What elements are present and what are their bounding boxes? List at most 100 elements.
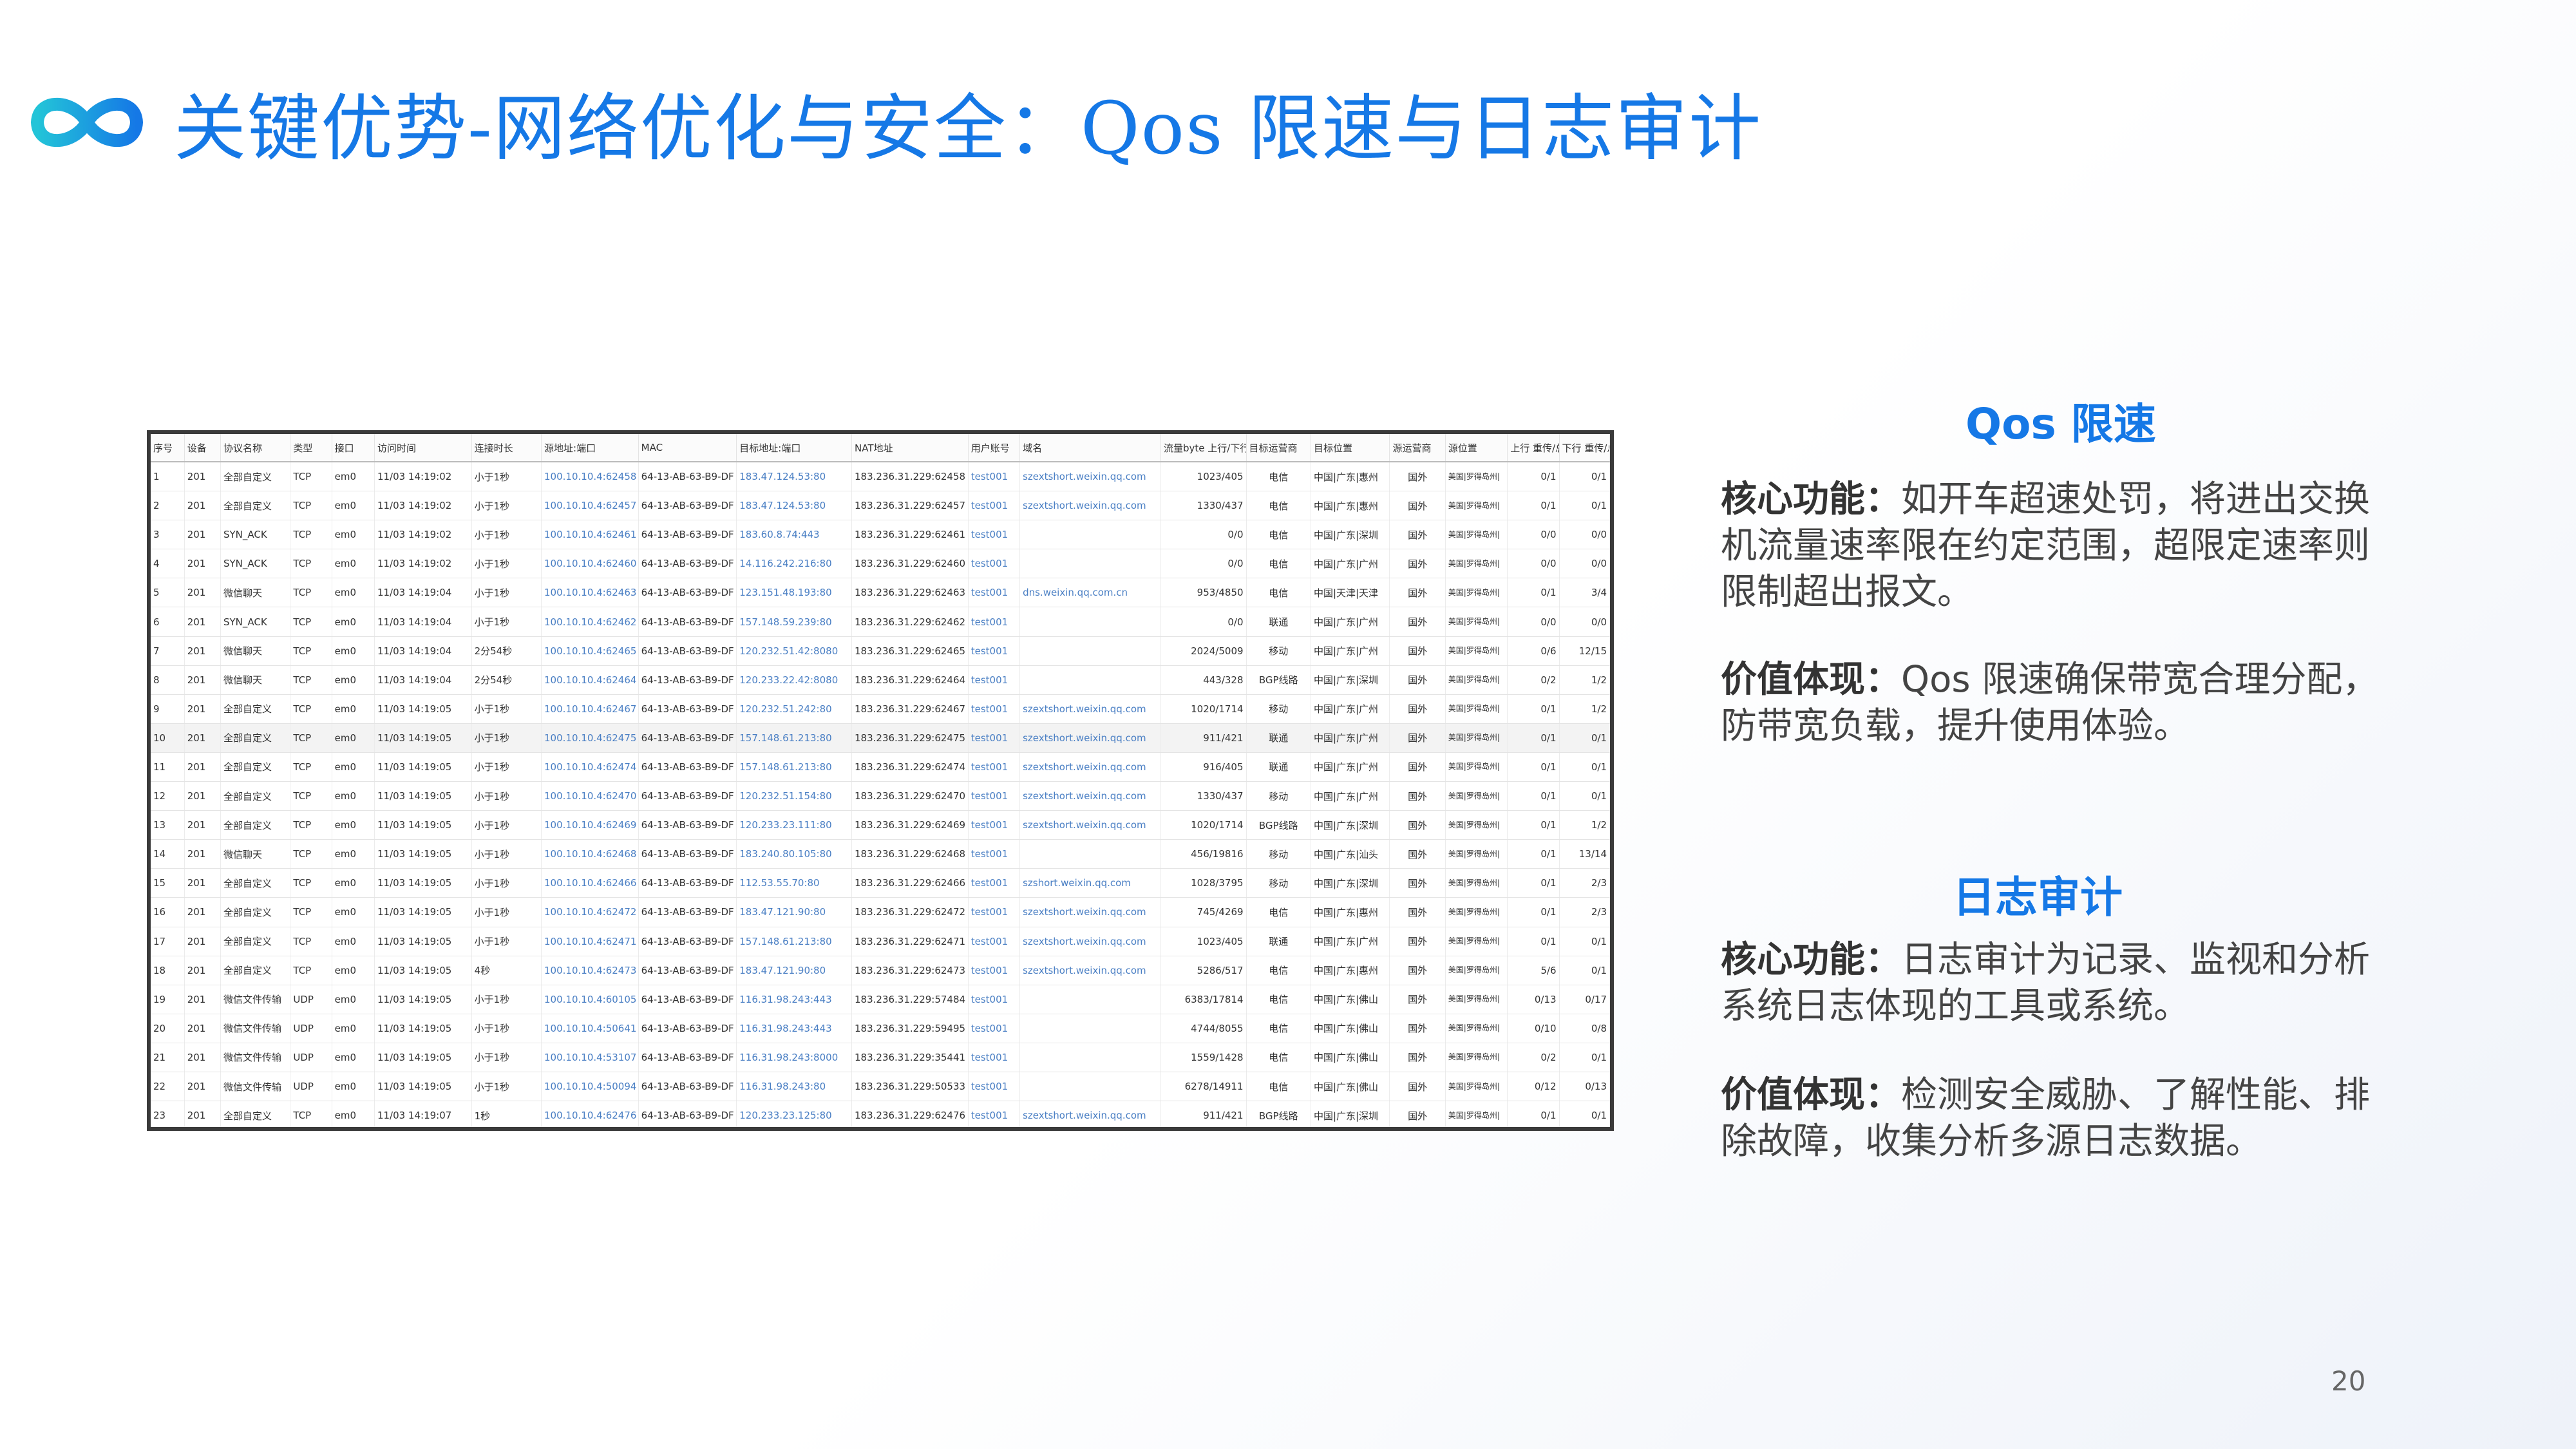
column-header[interactable]: 接口 (332, 434, 375, 462)
column-header[interactable]: 源地址:端口 (541, 434, 639, 462)
column-header[interactable]: 源运营商 (1389, 434, 1446, 462)
table-cell: 1023/405 (1160, 462, 1247, 492)
table-cell: 11/03 14:19:04 (374, 578, 472, 608)
table-cell: 10 (151, 723, 185, 753)
table-cell: 11/03 14:19:05 (374, 839, 472, 869)
column-header[interactable]: 目标位置 (1311, 434, 1390, 462)
column-header[interactable]: 域名 (1019, 434, 1161, 462)
table-cell: 中国|广东|惠州 (1311, 491, 1390, 521)
table-cell (1019, 520, 1161, 550)
table-row[interactable]: 9 201 全部自定义 TCP em0 11/03 14:19:05 小于1秒 100.10.… (151, 694, 1610, 724)
table-row[interactable]: 2 201 全部自定义 TCP em0 11/03 14:19:02 小于1秒 100.10.… (151, 491, 1610, 521)
table-cell: 0/1 (1507, 491, 1560, 521)
table-cell: 中国|广东|惠州 (1311, 897, 1390, 927)
table-cell: 64-13-AB-63-B9-DF (638, 665, 737, 695)
table-cell: 电信 (1246, 578, 1311, 608)
table-row[interactable]: 18 201 全部自定义 TCP em0 11/03 14:19:05 4秒 100.10.1… (151, 956, 1610, 985)
column-header[interactable]: 目标运营商 (1246, 434, 1311, 462)
table-cell: em0 (332, 578, 375, 608)
table-row[interactable]: 13 201 全部自定义 TCP em0 11/03 14:19:05 小于1秒 100.10… (151, 810, 1610, 840)
table-row[interactable]: 17 201 全部自定义 TCP em0 11/03 14:19:05 小于1秒 100.10… (151, 927, 1610, 956)
table-row[interactable]: 15 201 全部自定义 TCP em0 11/03 14:19:05 小于1秒 100.10… (151, 868, 1610, 898)
table-row[interactable]: 6 201 SYN_ACK TCP em0 11/03 14:19:04 小于1秒 100.1… (151, 607, 1610, 637)
table-cell: em0 (332, 549, 375, 579)
column-header[interactable]: NAT地址 (851, 434, 969, 462)
table-cell: 中国|广东|广州 (1311, 607, 1390, 637)
table-cell: 中国|广东|惠州 (1311, 462, 1390, 492)
table-cell: 1/2 (1559, 694, 1610, 724)
qos-title: Qos 限速 (1965, 399, 2156, 449)
table-cell: 100.10.10.4:53107 (541, 1043, 639, 1072)
table-cell: 0/12 (1507, 1072, 1560, 1102)
table-cell: em0 (332, 1014, 375, 1043)
table-cell: 微信聊天 (220, 839, 291, 869)
column-header[interactable]: 下行 重传/总包数 (1559, 434, 1610, 462)
log-table-screenshot: 序号 设备 协议名称 类型 接口 访问时间 连接时长 源地址:端口 MAC 目标地址:端口 NAT地… (147, 430, 1614, 1131)
table-row[interactable]: 7 201 微信聊天 TCP em0 11/03 14:19:04 2分54秒 100.10.… (151, 636, 1610, 666)
table-row[interactable]: 22 201 微信文件传输 UDP em0 11/03 14:19:05 小于1秒 100.1… (151, 1072, 1610, 1102)
table-cell: 0/17 (1559, 985, 1610, 1014)
table-cell: em0 (332, 1043, 375, 1072)
table-row[interactable]: 21 201 微信文件传输 UDP em0 11/03 14:19:05 小于1秒 100.1… (151, 1043, 1610, 1072)
table-cell: 100.10.10.4:62466 (541, 868, 639, 898)
table-cell (1019, 549, 1161, 579)
table-cell: 国外 (1389, 578, 1446, 608)
table-row[interactable]: 4 201 SYN_ACK TCP em0 11/03 14:19:02 小于1秒 100.1… (151, 549, 1610, 579)
table-row[interactable]: 16 201 全部自定义 TCP em0 11/03 14:19:05 小于1秒 100.10… (151, 897, 1610, 927)
table-row[interactable]: 8 201 微信聊天 TCP em0 11/03 14:19:04 2分54秒 100.10.… (151, 665, 1610, 695)
table-cell: 201 (184, 897, 221, 927)
table-row[interactable]: 23 201 全部自定义 TCP em0 11/03 14:19:07 1秒 100.10.1… (151, 1101, 1610, 1127)
table-row[interactable]: 3 201 SYN_ACK TCP em0 11/03 14:19:02 小于1秒 100.1… (151, 520, 1610, 550)
table-cell: 中国|广东|深圳 (1311, 868, 1390, 898)
table-row[interactable]: 10 201 全部自定义 TCP em0 11/03 14:19:05 小于1秒 100.10… (151, 723, 1610, 753)
column-header[interactable]: 访问时间 (374, 434, 472, 462)
column-header[interactable]: 类型 (290, 434, 332, 462)
table-cell: 183.236.31.229:57484 (851, 985, 969, 1014)
table-cell: 12 (151, 781, 185, 811)
table-cell: 1秒 (471, 1101, 542, 1127)
table-cell: 美国|罗得岛州| (1445, 1014, 1508, 1043)
table-cell: 11/03 14:19:05 (374, 781, 472, 811)
table-cell: TCP (290, 781, 332, 811)
column-header[interactable]: 用户账号 (968, 434, 1021, 462)
column-header[interactable]: 上行 重传/总包数 (1507, 434, 1560, 462)
table-cell: test001 (968, 549, 1021, 579)
table-cell: 微信文件传输 (220, 1043, 291, 1072)
table-cell: 953/4850 (1160, 578, 1247, 608)
table-cell: 20 (151, 1014, 185, 1043)
table-row[interactable]: 19 201 微信文件传输 UDP em0 11/03 14:19:05 小于1秒 100.1… (151, 985, 1610, 1014)
table-row[interactable]: 14 201 微信聊天 TCP em0 11/03 14:19:05 小于1秒 100.10.… (151, 839, 1610, 869)
table-cell: 3/4 (1559, 578, 1610, 608)
table-cell: 183.236.31.229:62466 (851, 868, 969, 898)
table-cell: 157.148.61.213:80 (736, 927, 852, 956)
table-cell: 201 (184, 752, 221, 782)
column-header[interactable]: 序号 (151, 434, 185, 462)
column-header[interactable]: 设备 (184, 434, 221, 462)
table-row[interactable]: 20 201 微信文件传输 UDP em0 11/03 14:19:05 小于1秒 100.1… (151, 1014, 1610, 1043)
table-cell: 微信文件传输 (220, 1072, 291, 1102)
table-row[interactable]: 11 201 全部自定义 TCP em0 11/03 14:19:05 小于1秒 100.10… (151, 752, 1610, 782)
table-cell (1019, 1014, 1161, 1043)
column-header[interactable]: 连接时长 (471, 434, 542, 462)
column-header[interactable]: 协议名称 (220, 434, 291, 462)
column-header[interactable]: MAC (638, 434, 737, 462)
table-cell: em0 (332, 607, 375, 637)
table-cell: 7 (151, 636, 185, 666)
table-cell: 国外 (1389, 665, 1446, 695)
audit-title: 日志审计 (1953, 873, 2123, 922)
table-row[interactable]: 5 201 微信聊天 TCP em0 11/03 14:19:04 小于1秒 100.10.1… (151, 578, 1610, 608)
column-header[interactable]: 流量byte 上行/下行 (1160, 434, 1247, 462)
table-cell: 64-13-AB-63-B9-DF (638, 1101, 737, 1127)
column-header[interactable]: 目标地址:端口 (736, 434, 852, 462)
table-row[interactable]: 12 201 全部自定义 TCP em0 11/03 14:19:05 小于1秒 100.10… (151, 781, 1610, 811)
table-cell: 0/0 (1160, 549, 1247, 579)
table-cell: 8 (151, 665, 185, 695)
table-cell: 100.10.10.4:62469 (541, 810, 639, 840)
table-cell: UDP (290, 985, 332, 1014)
table-cell: 183.236.31.229:62467 (851, 694, 969, 724)
table-row[interactable]: 1 201 全部自定义 TCP em0 11/03 14:19:02 小于1秒 100.10.… (151, 462, 1610, 492)
table-cell: 201 (184, 636, 221, 666)
table-cell: 2024/5009 (1160, 636, 1247, 666)
column-header[interactable]: 源位置 (1445, 434, 1508, 462)
table-cell: 120.233.23.125:80 (736, 1101, 852, 1127)
